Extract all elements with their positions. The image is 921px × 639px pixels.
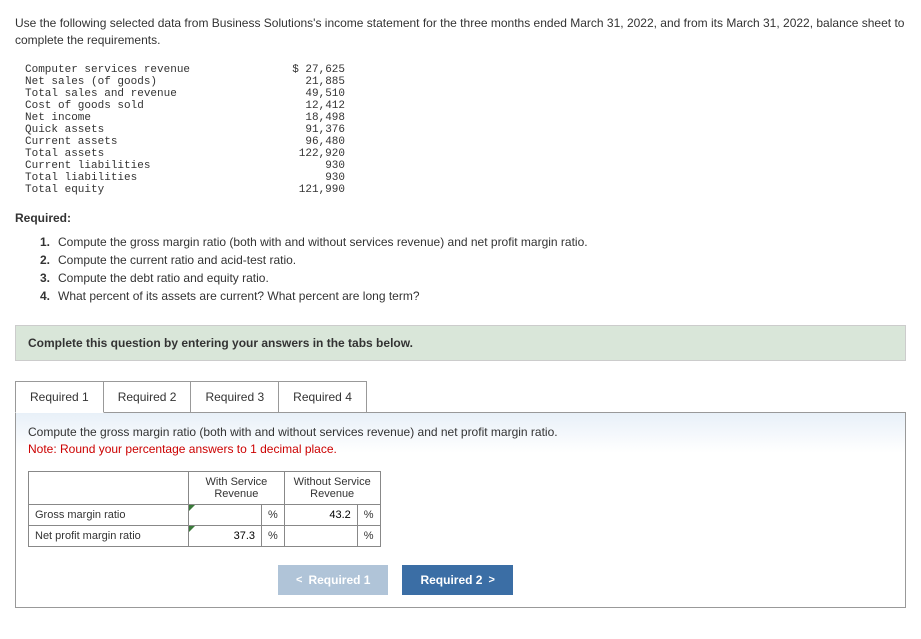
fin-value: 91,376 [265,124,345,136]
fin-label: Total sales and revenue [25,88,265,100]
fin-value: 122,920 [265,148,345,160]
req-text: Compute the debt ratio and equity ratio. [58,269,269,287]
pct-label: % [262,504,285,525]
pct-label: % [357,504,380,525]
input-field[interactable] [291,509,351,521]
blank-header [29,471,189,504]
req-num: 3. [40,269,58,287]
required-heading: Required: [15,211,906,225]
input-field[interactable] [195,509,255,521]
req-num: 4. [40,287,58,305]
col-with-service: With Service Revenue [189,471,285,504]
nav-row: < Required 1 Required 2 > [278,565,893,595]
fin-label: Current liabilities [25,160,265,172]
req-num: 2. [40,251,58,269]
req-num: 1. [40,233,58,251]
col-without-service: Without Service Revenue [284,471,380,504]
requirements-list: 1.Compute the gross margin ratio (both w… [40,233,906,305]
pct-label: % [262,525,285,546]
intro-text: Use the following selected data from Bus… [15,15,906,49]
fin-label: Total equity [25,184,265,196]
input-np-without[interactable] [284,525,357,546]
input-field[interactable] [291,530,351,542]
next-button[interactable]: Required 2 > [402,565,512,595]
fin-value: 930 [265,160,345,172]
corner-icon [189,505,195,511]
row-net-profit: Net profit margin ratio [29,525,189,546]
fin-value: 18,498 [265,112,345,124]
fin-value: 96,480 [265,136,345,148]
fin-label: Net sales (of goods) [25,76,265,88]
tab-required-1[interactable]: Required 1 [15,381,104,413]
input-np-with[interactable] [189,525,262,546]
tab-bar: Required 1 Required 2 Required 3 Require… [15,381,906,413]
tab-required-3[interactable]: Required 3 [190,381,279,413]
fin-label: Computer services revenue [25,64,265,76]
fin-label: Quick assets [25,124,265,136]
fin-label: Net income [25,112,265,124]
prev-button[interactable]: < Required 1 [278,565,388,595]
prev-label: Required 1 [308,573,370,587]
pct-label: % [357,525,380,546]
fin-label: Total liabilities [25,172,265,184]
fin-value: 21,885 [265,76,345,88]
panel-note: Note: Round your percentage answers to 1… [28,442,893,456]
tab-panel: Compute the gross margin ratio (both wit… [15,412,906,608]
chevron-left-icon: < [296,574,302,586]
tab-required-4[interactable]: Required 4 [278,381,367,413]
chevron-right-icon: > [488,574,494,586]
fin-label: Current assets [25,136,265,148]
req-text: Compute the current ratio and acid-test … [58,251,296,269]
input-gm-without[interactable] [284,504,357,525]
next-label: Required 2 [420,573,482,587]
fin-value: 12,412 [265,100,345,112]
financial-data: Computer services revenue$ 27,625 Net sa… [25,64,906,196]
ratio-table: With Service Revenue Without Service Rev… [28,471,381,547]
corner-icon [189,526,195,532]
fin-value: $ 27,625 [265,64,345,76]
row-gross-margin: Gross margin ratio [29,504,189,525]
input-field[interactable] [195,530,255,542]
fin-label: Total assets [25,148,265,160]
input-gm-with[interactable] [189,504,262,525]
complete-instruction: Complete this question by entering your … [15,325,906,361]
fin-label: Cost of goods sold [25,100,265,112]
panel-instruction: Compute the gross margin ratio (both wit… [28,425,893,439]
fin-value: 930 [265,172,345,184]
req-text: What percent of its assets are current? … [58,287,420,305]
fin-value: 121,990 [265,184,345,196]
req-text: Compute the gross margin ratio (both wit… [58,233,588,251]
tab-required-2[interactable]: Required 2 [103,381,192,413]
fin-value: 49,510 [265,88,345,100]
